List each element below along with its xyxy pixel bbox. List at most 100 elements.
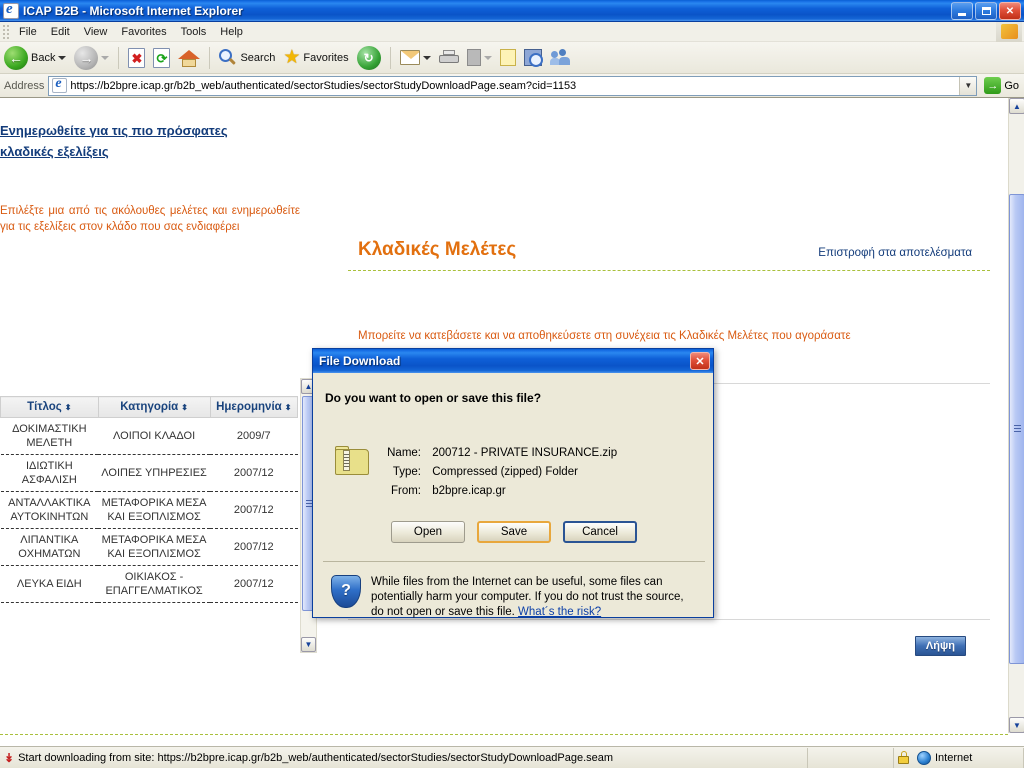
home-button[interactable] xyxy=(174,46,204,70)
cell-title: ΙΔΙΩΤΙΚΗ ΑΣΦΑΛΙΣΗ xyxy=(0,454,99,492)
stop-icon: ✖ xyxy=(128,47,146,68)
menu-item-view[interactable]: View xyxy=(77,24,115,40)
column-header-title[interactable]: Τίτλος ⬍ xyxy=(0,396,99,418)
messenger-icon xyxy=(549,49,570,66)
dialog-buttons: Open Save Cancel xyxy=(313,521,715,543)
column-header-date-label: Ημερομηνία xyxy=(216,401,282,413)
table-scroll-down-button[interactable]: ▼ xyxy=(301,637,316,652)
mail-dropdown-caret-icon[interactable] xyxy=(422,55,431,60)
home-icon xyxy=(178,48,201,68)
research-button[interactable] xyxy=(520,47,546,68)
table-row[interactable]: ΙΔΙΩΤΙΚΗ ΑΣΦΑΛΙΣΗ ΛΟΙΠΕΣ ΥΠΗΡΕΣΙΕΣ 2007/… xyxy=(0,454,298,492)
maximize-button[interactable] xyxy=(975,2,997,20)
address-dropdown-button[interactable]: ▼ xyxy=(959,76,977,95)
address-label: Address xyxy=(4,79,45,92)
favorites-button[interactable]: ★ Favorites xyxy=(279,46,352,69)
navigation-toolbar: ← Back → ✖ ⟳ Search ★ Favorites ↻ xyxy=(0,42,1024,74)
page-favicon-icon xyxy=(52,78,68,93)
chevron-down-icon: ▼ xyxy=(964,81,973,90)
back-button[interactable]: ← Back xyxy=(0,44,70,72)
dialog-field-name-value: 200712 - PRIVATE INSURANCE.zip xyxy=(432,447,618,459)
print-button[interactable] xyxy=(435,48,463,68)
column-header-category[interactable]: Κατηγορία ⬍ xyxy=(97,396,211,418)
dialog-field-type-label: Type: xyxy=(392,466,421,478)
browser-viewport: Ενημερωθείτε για τις πιο πρόσφατες κλαδι… xyxy=(0,98,1024,766)
cell-category: ΛΟΙΠΟΙ ΚΛΑΔΟΙ xyxy=(98,417,211,455)
toolbar-separator xyxy=(118,46,120,69)
cell-category: ΛΟΙΠΕΣ ΥΠΗΡΕΣΙΕΣ xyxy=(98,454,211,492)
table-row[interactable]: ΛΙΠΑΝΤΙΚΑ ΟΧΗΜΑΤΩΝ ΜΕΤΑΦΟΡΙΚΑ ΜΕΣΑ ΚΑΙ Ε… xyxy=(0,528,298,566)
history-button[interactable]: ↻ xyxy=(353,44,385,72)
dialog-close-button[interactable]: ✕ xyxy=(690,352,710,370)
sort-arrow-icon[interactable]: ⬍ xyxy=(285,404,292,412)
search-button[interactable]: Search xyxy=(215,47,279,69)
back-dropdown-caret-icon[interactable] xyxy=(58,55,67,60)
table-row[interactable]: ΑΝΤΑΛΛΑΚΤΙΚΑ ΑΥΤΟΚΙΝΗΤΩΝ ΜΕΤΑΦΟΡΙΚΑ ΜΕΣΑ… xyxy=(0,491,298,529)
page-vertical-scrollbar[interactable]: ▲ ▼ xyxy=(1008,98,1024,733)
toolbar-separator xyxy=(209,46,211,69)
cell-title: ΑΝΤΑΛΛΑΚΤΙΚΑ ΑΥΤΟΚΙΝΗΤΩΝ xyxy=(0,491,99,529)
download-button[interactable]: Λήψη xyxy=(914,636,966,656)
refresh-icon: ⟳ xyxy=(153,47,171,68)
messenger-button[interactable] xyxy=(546,47,574,68)
zip-folder-icon xyxy=(335,446,369,476)
lock-icon xyxy=(898,751,909,764)
whats-the-risk-link[interactable]: What´s the risk? xyxy=(518,606,601,618)
open-button[interactable]: Open xyxy=(391,521,465,543)
status-message-cell: ↡ Start downloading from site: https://b… xyxy=(0,747,808,768)
menu-item-tools[interactable]: Tools xyxy=(174,24,214,40)
notes-button[interactable] xyxy=(496,47,520,68)
minimize-button[interactable] xyxy=(951,2,973,20)
status-progress-cell xyxy=(808,747,894,768)
status-zone-label: Internet xyxy=(935,751,973,764)
dialog-divider xyxy=(323,561,705,562)
column-header-date[interactable]: Ημερομηνία ⬍ xyxy=(209,396,299,418)
menu-item-file[interactable]: File xyxy=(12,24,44,40)
dialog-field-name-label: Name: xyxy=(387,447,421,459)
close-button[interactable]: ✕ xyxy=(999,2,1021,20)
table-row[interactable]: ΔΟΚΙΜΑΣΤΙΚΗ ΜΕΛΕΤΗ ΛΟΙΠΟΙ ΚΛΑΔΟΙ 2009/7 xyxy=(0,417,298,455)
go-button-label: Go xyxy=(1004,79,1019,92)
menu-item-edit[interactable]: Edit xyxy=(44,24,77,40)
edit-button[interactable] xyxy=(463,47,496,68)
history-icon: ↻ xyxy=(356,45,381,70)
status-message: Start downloading from site: https://b2b… xyxy=(18,751,614,764)
edit-dropdown-caret-icon xyxy=(483,55,492,60)
mail-button[interactable] xyxy=(396,48,435,67)
menu-gripper[interactable] xyxy=(2,23,10,40)
forward-button[interactable]: → xyxy=(70,44,113,72)
back-to-results-link[interactable]: Επιστροφή στα αποτελέσματα xyxy=(818,247,972,259)
forward-arrow-icon: → xyxy=(74,45,99,70)
go-button[interactable]: → Go xyxy=(981,77,1022,94)
page-scroll-up-button[interactable]: ▲ xyxy=(1009,98,1024,114)
notes-icon xyxy=(499,49,516,66)
stop-button[interactable]: ✖ xyxy=(124,46,149,70)
menu-item-help[interactable]: Help xyxy=(213,24,250,40)
table-row[interactable]: ΛΕΥΚΑ ΕΙΔΗ ΟΙΚΙΑΚΟΣ - ΕΠΑΓΓΕΛΜΑΤΙΚΟΣ 200… xyxy=(0,565,298,603)
chevron-up-icon: ▲ xyxy=(1013,101,1021,111)
sort-arrow-icon[interactable]: ⬍ xyxy=(65,404,72,412)
cell-category: ΜΕΤΑΦΟΡΙΚΑ ΜΕΣΑ ΚΑΙ ΕΞΟΠΛΙΣΜΟΣ xyxy=(98,491,211,529)
dialog-field-from-value: b2bpre.icap.gr xyxy=(432,485,506,497)
page-scroll-down-button[interactable]: ▼ xyxy=(1009,717,1024,733)
menu-item-favorites[interactable]: Favorites xyxy=(114,24,173,40)
cell-date: 2009/7 xyxy=(210,417,298,455)
window-title-bar: ICAP B2B - Microsoft Internet Explorer ✕ xyxy=(0,0,1024,22)
chevron-down-icon: ▼ xyxy=(1013,720,1021,730)
column-header-category-label: Κατηγορία xyxy=(120,401,179,413)
promo-link[interactable]: Ενημερωθείτε για τις πιο πρόσφατες κλαδι… xyxy=(0,120,250,162)
address-input[interactable]: https://b2bpre.icap.gr/b2b_web/authentic… xyxy=(48,75,978,96)
back-button-label: Back xyxy=(31,51,56,64)
status-zone-cell: Internet xyxy=(894,747,1024,768)
address-bar: Address https://b2bpre.icap.gr/b2b_web/a… xyxy=(0,74,1024,98)
cancel-button[interactable]: Cancel xyxy=(563,521,637,543)
address-url-text: https://b2bpre.icap.gr/b2b_web/authentic… xyxy=(70,79,577,92)
toolbar-separator xyxy=(389,46,391,69)
header-divider xyxy=(348,270,990,271)
save-button[interactable]: Save xyxy=(477,521,551,543)
window-controls: ✕ xyxy=(951,2,1021,20)
refresh-button[interactable]: ⟳ xyxy=(149,46,174,70)
page-scroll-thumb[interactable] xyxy=(1009,194,1024,664)
cell-date: 2007/12 xyxy=(210,528,298,566)
sort-arrow-icon[interactable]: ⬍ xyxy=(181,404,188,412)
